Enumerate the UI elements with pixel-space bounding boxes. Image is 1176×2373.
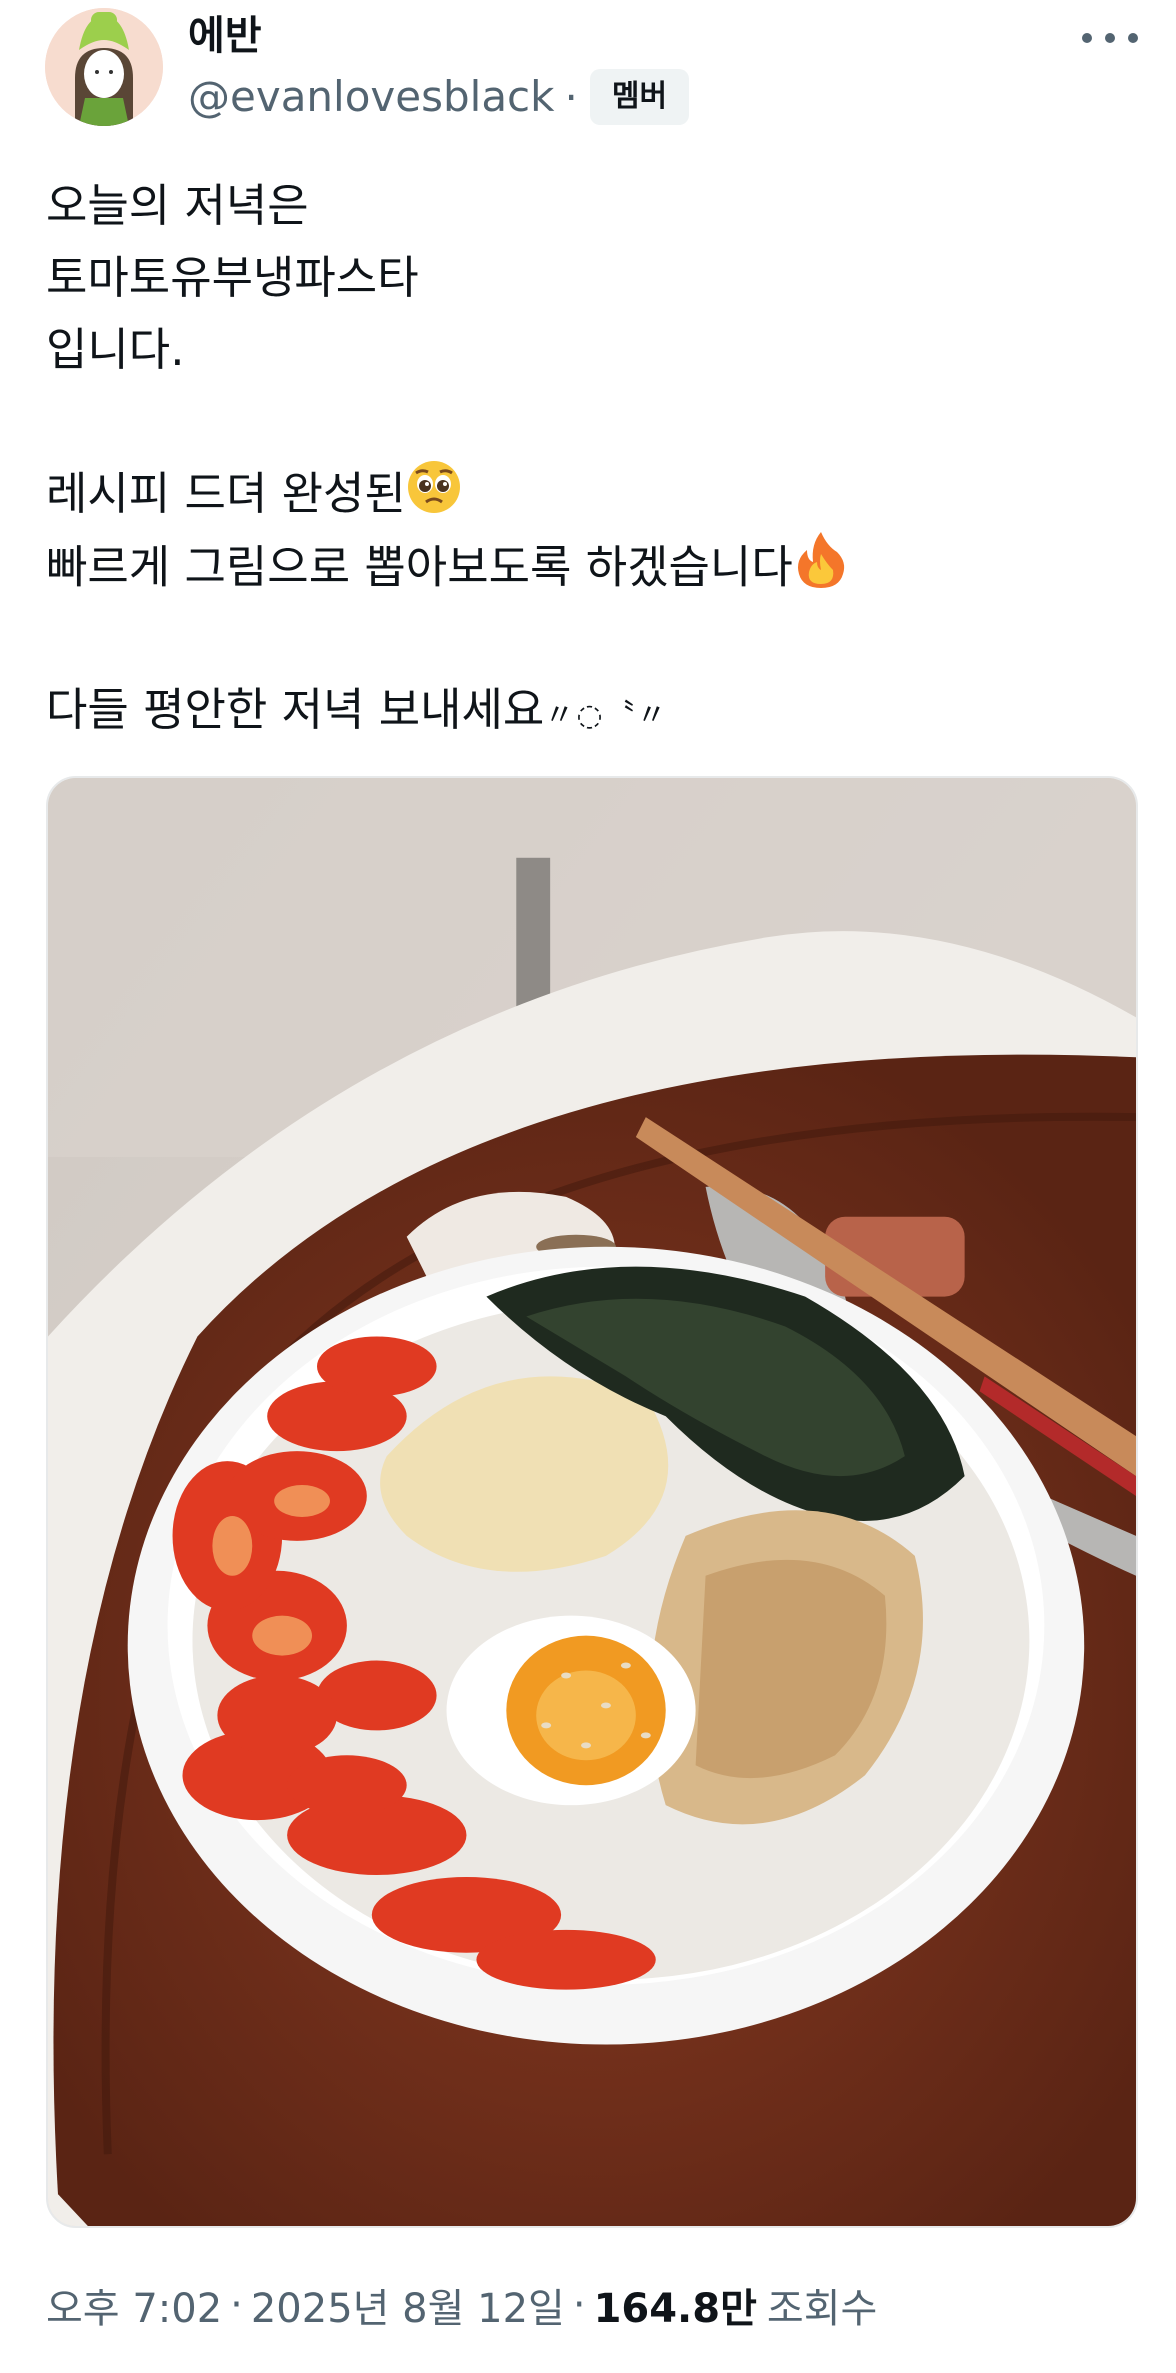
pleading-face-emoji — [406, 459, 462, 536]
display-name[interactable]: 에반 — [188, 8, 262, 64]
handle-row: @evanlovesblack · 멤버 — [188, 66, 690, 128]
tweet-text: 오늘의 저녁은 토마토유부냉파스타 입니다. 레시피 드뎌 완성된 빠르게 그림… — [46, 170, 1136, 746]
tweet-line: 입니다. — [46, 323, 185, 376]
tweet-line: 빠르게 그림으로 뽑아보도록 하겠습니다 — [46, 530, 1136, 602]
user-handle[interactable]: @evanlovesblack — [188, 67, 554, 127]
tweet-blank-line — [46, 386, 1136, 458]
tweet-line: 레시피 드뎌 완성된 — [46, 458, 1136, 530]
food-photo-image[interactable] — [46, 776, 1138, 2228]
avatar[interactable] — [45, 8, 163, 126]
tweet-meta: 오후 7:02 · 2025년 8월 12일 · 164.8만 조회수 — [46, 2270, 877, 2340]
tweet-line-text: 레시피 드뎌 완성된 — [46, 467, 406, 520]
fire-emoji — [793, 530, 849, 611]
member-badge[interactable]: 멤버 — [589, 69, 690, 125]
tweet-blank-line — [46, 602, 1136, 674]
tweet-header: 에반 @evanlovesblack · 멤버 — [0, 0, 1176, 150]
more-horizontal-icon[interactable] — [1082, 20, 1138, 56]
tweet-time[interactable]: 오후 7:02 — [46, 2276, 222, 2334]
tweet-line: 오늘의 저녁은 — [46, 179, 309, 232]
kaomoji: 〃◌〝〃 — [544, 698, 669, 733]
tweet-line: 토마토유부냉파스타 — [46, 251, 419, 304]
meta-separator: · — [572, 2282, 586, 2328]
tweet-line-text: 빠르게 그림으로 뽑아보도록 하겠습니다 — [46, 540, 793, 594]
handle-separator: · — [564, 72, 578, 122]
tweet-line: 다들 평안한 저녁 보내세요〃◌〝〃 — [46, 674, 1136, 746]
tweet-line-text: 다들 평안한 저녁 보내세요 — [46, 683, 545, 736]
meta-separator: · — [230, 2282, 243, 2328]
tweet-date[interactable]: 2025년 8월 12일 — [251, 2276, 565, 2334]
views-label: 조회수 — [766, 2286, 878, 2332]
views-count[interactable]: 164.8만 — [594, 2276, 757, 2334]
